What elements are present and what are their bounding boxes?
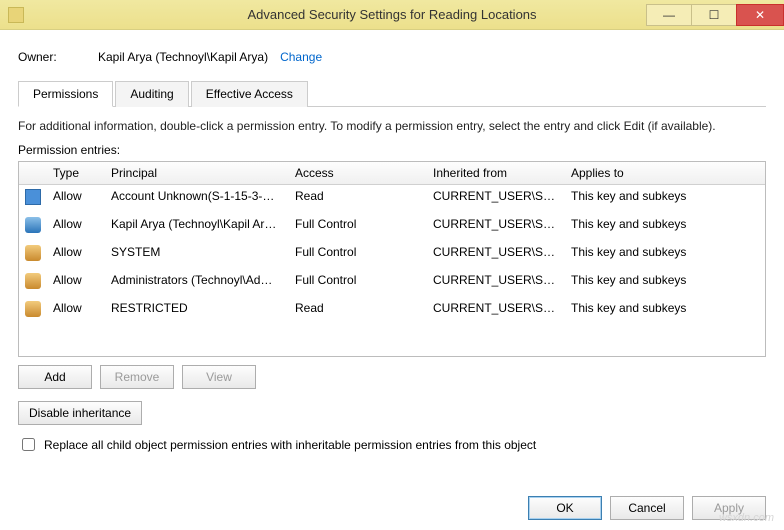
entry-buttons: Add Remove View (18, 365, 766, 389)
tab-permissions[interactable]: Permissions (18, 81, 113, 107)
principal-icon (25, 189, 41, 205)
cell-access: Full Control (289, 241, 427, 268)
cell-access: Read (289, 185, 427, 212)
dialog-content: Owner: Kapil Arya (Technoyl\Kapil Arya) … (0, 30, 784, 454)
cancel-button[interactable]: Cancel (610, 496, 684, 520)
add-button[interactable]: Add (18, 365, 92, 389)
tab-effective-access[interactable]: Effective Access (191, 81, 308, 107)
cell-type: Allow (47, 269, 105, 296)
col-type[interactable]: Type (47, 162, 105, 184)
cell-applies: This key and subkeys (565, 297, 765, 324)
principal-icon (25, 273, 41, 289)
tabs: Permissions Auditing Effective Access (18, 80, 766, 107)
cell-type: Allow (47, 241, 105, 268)
permission-entries-grid[interactable]: Type Principal Access Inherited from App… (18, 161, 766, 357)
cell-type: Allow (47, 213, 105, 240)
principal-icon (25, 217, 41, 233)
table-row[interactable]: AllowAdministrators (Technoyl\Ad…Full Co… (19, 269, 765, 297)
window-controls: — ☐ ✕ (647, 4, 784, 26)
close-button[interactable]: ✕ (736, 4, 784, 26)
change-owner-link[interactable]: Change (280, 50, 322, 64)
tab-auditing[interactable]: Auditing (115, 81, 188, 107)
window-title: Advanced Security Settings for Reading L… (247, 7, 536, 22)
col-principal[interactable]: Principal (105, 162, 289, 184)
cell-principal: RESTRICTED (105, 297, 289, 324)
cell-inherited: CURRENT_USER\Softw… (427, 241, 565, 268)
grid-header: Type Principal Access Inherited from App… (19, 162, 765, 185)
permission-entries-label: Permission entries: (18, 143, 766, 157)
cell-inherited: CURRENT_USER\Softw… (427, 269, 565, 296)
cell-applies: This key and subkeys (565, 269, 765, 296)
replace-checkbox[interactable] (22, 438, 35, 451)
cell-access: Full Control (289, 269, 427, 296)
owner-label: Owner: (18, 50, 98, 64)
col-inherited[interactable]: Inherited from (427, 162, 565, 184)
cell-applies: This key and subkeys (565, 241, 765, 268)
apply-button: Apply (692, 496, 766, 520)
cell-principal: Administrators (Technoyl\Ad… (105, 269, 289, 296)
remove-button: Remove (100, 365, 174, 389)
cell-access: Full Control (289, 213, 427, 240)
cell-applies: This key and subkeys (565, 213, 765, 240)
maximize-button[interactable]: ☐ (691, 4, 737, 26)
cell-inherited: CURRENT_USER\Softw… (427, 213, 565, 240)
owner-name: Kapil Arya (Technoyl\Kapil Arya) (98, 50, 268, 64)
table-row[interactable]: AllowAccount Unknown(S-1-15-3-…ReadCURRE… (19, 185, 765, 213)
cell-inherited: CURRENT_USER\Softw… (427, 297, 565, 324)
cell-type: Allow (47, 297, 105, 324)
cell-type: Allow (47, 185, 105, 212)
cell-applies: This key and subkeys (565, 185, 765, 212)
info-text: For additional information, double-click… (18, 119, 766, 133)
view-button: View (182, 365, 256, 389)
owner-row: Owner: Kapil Arya (Technoyl\Kapil Arya) … (18, 50, 766, 64)
folder-icon (8, 7, 24, 23)
titlebar: Advanced Security Settings for Reading L… (0, 0, 784, 30)
col-applies[interactable]: Applies to (565, 162, 765, 184)
disable-inheritance-button[interactable]: Disable inheritance (18, 401, 142, 425)
minimize-button[interactable]: — (646, 4, 692, 26)
col-access[interactable]: Access (289, 162, 427, 184)
principal-icon (25, 245, 41, 261)
cell-principal: SYSTEM (105, 241, 289, 268)
table-row[interactable]: AllowRESTRICTEDReadCURRENT_USER\Softw…Th… (19, 297, 765, 325)
replace-row: Replace all child object permission entr… (18, 435, 766, 454)
cell-principal: Kapil Arya (Technoyl\Kapil Ar… (105, 213, 289, 240)
table-row[interactable]: AllowKapil Arya (Technoyl\Kapil Ar…Full … (19, 213, 765, 241)
ok-button[interactable]: OK (528, 496, 602, 520)
principal-icon (25, 301, 41, 317)
dialog-footer: OK Cancel Apply (528, 496, 766, 520)
replace-label: Replace all child object permission entr… (44, 438, 536, 452)
cell-inherited: CURRENT_USER\Softw… (427, 185, 565, 212)
cell-access: Read (289, 297, 427, 324)
cell-principal: Account Unknown(S-1-15-3-… (105, 185, 289, 212)
table-row[interactable]: AllowSYSTEMFull ControlCURRENT_USER\Soft… (19, 241, 765, 269)
